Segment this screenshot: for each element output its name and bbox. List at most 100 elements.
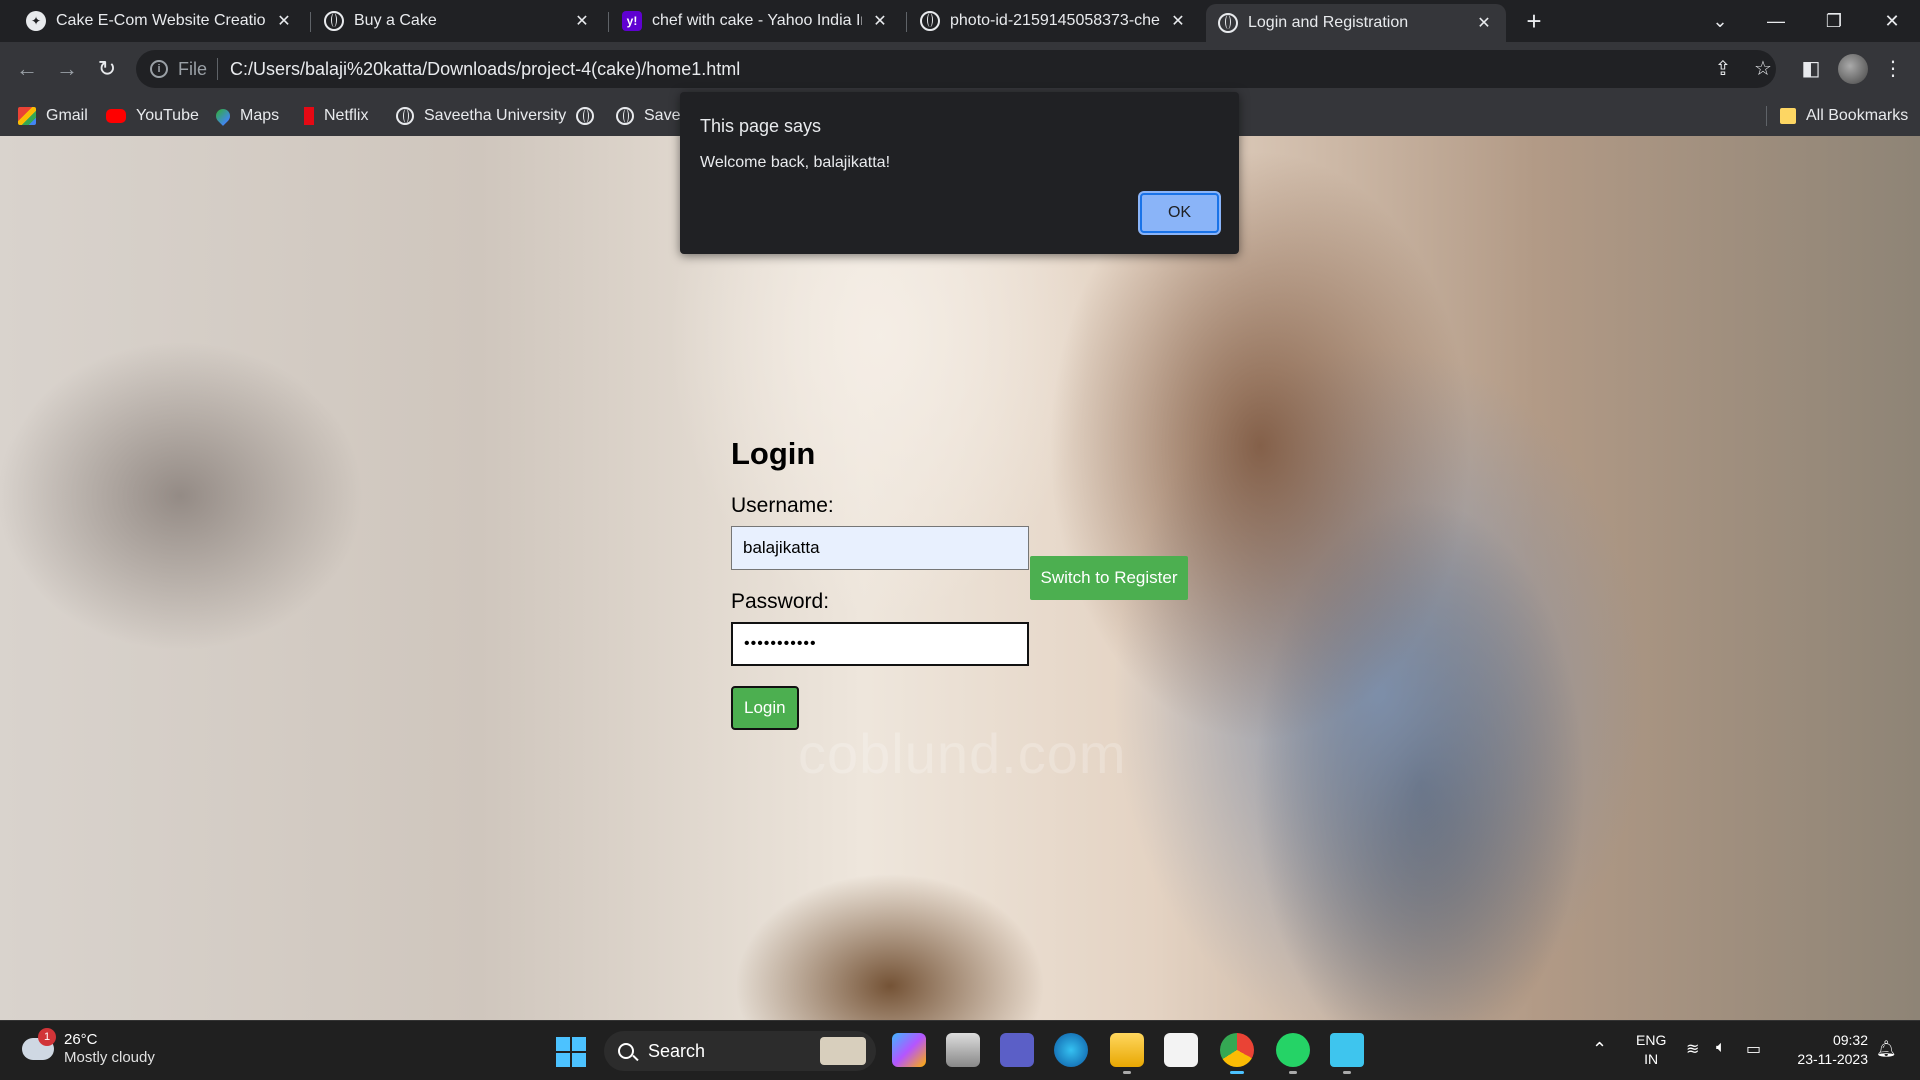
cloud-icon: 1 — [22, 1028, 56, 1060]
globe-icon — [1218, 13, 1238, 33]
teams-icon[interactable] — [1000, 1033, 1034, 1067]
weather-condition: Mostly cloudy — [64, 1049, 155, 1066]
close-tab-icon[interactable]: ✕ — [274, 11, 294, 31]
forward-arrow-icon[interactable]: → — [52, 54, 82, 84]
volume-icon[interactable]: 🔈︎ — [1716, 1039, 1726, 1057]
chatgpt-icon: ✦ — [26, 11, 46, 31]
bookmark-gmail[interactable]: Gmail — [18, 104, 88, 128]
windows-taskbar: 1 26°C Mostly cloudy Search ⌃ ENG IN ≋ 🔈… — [0, 1020, 1920, 1080]
whatsapp-icon[interactable] — [1276, 1033, 1310, 1074]
tab-title: photo-id-2159145058373-chef-i — [950, 12, 1160, 29]
folder-icon — [1780, 108, 1796, 124]
weather-temperature: 26°C — [64, 1031, 98, 1048]
bookmark-label: Netflix — [324, 107, 369, 124]
username-input[interactable]: balajikatta — [731, 526, 1029, 570]
side-panel-icon[interactable]: ◧ — [1796, 54, 1826, 84]
search-label: Search — [648, 1040, 706, 1061]
page-background-chef-photo: coblund.com Login Username: balajikatta … — [0, 136, 1920, 1020]
bookmarks-divider — [1766, 106, 1767, 126]
tab-photo-id[interactable]: photo-id-2159145058373-chef-i ✕ — [908, 4, 1200, 38]
clock-time: 09:32 — [1832, 1032, 1868, 1048]
weather-widget[interactable]: 1 26°C Mostly cloudy — [22, 1028, 155, 1067]
tab-cake-ecom[interactable]: ✦ Cake E-Com Website Creation ✕ — [14, 4, 306, 38]
bookmark-netflix[interactable]: Netflix — [304, 104, 368, 128]
browser-toolbar: ← → ↻ i File C:/Users/balaji%20katta/Dow… — [0, 42, 1920, 96]
notification-badge: 1 — [38, 1028, 56, 1046]
back-arrow-icon[interactable]: ← — [12, 54, 42, 84]
globe-icon — [616, 107, 634, 125]
tab-title: Buy a Cake — [354, 12, 437, 29]
microsoft-store-icon[interactable] — [1164, 1033, 1198, 1067]
globe-icon — [324, 11, 344, 31]
tab-buy-cake[interactable]: Buy a Cake ✕ — [312, 4, 604, 38]
wifi-icon[interactable]: ≋ — [1686, 1039, 1699, 1059]
clock[interactable]: 09:32 23-11-2023 — [1784, 1031, 1868, 1069]
all-bookmarks-label: All Bookmarks — [1806, 107, 1909, 124]
bookmark-saveetha-university[interactable]: Saveetha University — [396, 104, 566, 128]
new-tab-icon[interactable]: + — [1520, 8, 1548, 36]
restore-icon[interactable]: ❐ — [1814, 6, 1854, 36]
edge-icon[interactable] — [1054, 1033, 1088, 1067]
netflix-icon — [304, 107, 314, 125]
close-window-icon[interactable]: ✕ — [1872, 6, 1912, 36]
globe-icon — [396, 107, 414, 125]
bookmark-label: Saveetha University — [424, 107, 567, 124]
tab-strip: ✦ Cake E-Com Website Creation ✕ Buy a Ca… — [0, 0, 1920, 42]
switch-to-register-button[interactable]: Switch to Register — [1030, 556, 1188, 600]
windows-start-icon[interactable] — [556, 1037, 586, 1067]
chrome-icon[interactable] — [1220, 1033, 1254, 1074]
dialog-ok-button[interactable]: OK — [1140, 193, 1219, 233]
gmail-icon — [18, 107, 36, 125]
bookmark-untitled[interactable] — [576, 104, 604, 128]
region-code: IN — [1644, 1051, 1659, 1067]
watermark: coblund.com — [798, 722, 1127, 785]
tab-search-chevron-icon[interactable]: ⌄ — [1700, 6, 1740, 36]
site-info-icon[interactable]: i — [150, 60, 168, 78]
dialog-title: This page says — [700, 116, 822, 136]
language-code: ENG — [1636, 1032, 1667, 1048]
tab-divider — [310, 12, 311, 32]
menu-kebab-icon[interactable]: ⋮ — [1878, 54, 1908, 84]
password-input[interactable]: ••••••••••• — [731, 622, 1029, 666]
bookmark-label: YouTube — [136, 107, 199, 124]
address-bar[interactable]: i File C:/Users/balaji%20katta/Downloads… — [136, 50, 1776, 88]
globe-icon — [576, 107, 594, 125]
youtube-icon — [106, 109, 126, 123]
url-text: C:/Users/balaji%20katta/Downloads/projec… — [230, 58, 741, 79]
notification-bell-icon[interactable]: 🔔︎ — [1876, 1039, 1896, 1059]
tab-yahoo-images[interactable]: y! chef with cake - Yahoo India Ima ✕ — [610, 4, 902, 38]
bookmark-maps[interactable]: Maps — [213, 104, 280, 128]
username-label: Username: — [731, 494, 834, 517]
bookmark-label: Gmail — [46, 107, 88, 124]
language-indicator[interactable]: ENG IN — [1636, 1031, 1666, 1069]
login-button[interactable]: Login — [731, 686, 799, 730]
chevron-up-icon[interactable]: ⌃ — [1592, 1039, 1607, 1060]
reload-icon[interactable]: ↻ — [92, 54, 122, 84]
task-view-icon[interactable] — [946, 1033, 980, 1067]
bookmark-savee[interactable]: Savee — [616, 104, 689, 128]
yahoo-icon: y! — [622, 11, 642, 31]
share-icon[interactable]: ⇪ — [1708, 54, 1738, 84]
battery-icon[interactable]: ▭ — [1746, 1039, 1761, 1059]
all-bookmarks-folder[interactable]: All Bookmarks — [1780, 104, 1908, 128]
file-explorer-icon[interactable] — [1110, 1033, 1144, 1074]
notepad-icon[interactable] — [1330, 1033, 1364, 1074]
login-heading: Login — [731, 436, 816, 471]
copilot-icon[interactable] — [892, 1033, 926, 1067]
profile-avatar[interactable] — [1838, 54, 1868, 84]
close-tab-icon[interactable]: ✕ — [870, 11, 890, 31]
close-tab-icon[interactable]: ✕ — [572, 11, 592, 31]
search-highlight-image — [820, 1037, 866, 1065]
tab-title: Cake E-Com Website Creation — [56, 12, 266, 29]
bookmark-youtube[interactable]: YouTube — [106, 104, 199, 128]
tab-title: chef with cake - Yahoo India Ima — [652, 12, 862, 29]
close-tab-icon[interactable]: ✕ — [1474, 13, 1494, 33]
tab-login-registration[interactable]: Login and Registration ✕ — [1206, 4, 1506, 42]
search-icon — [618, 1043, 634, 1059]
maps-icon — [213, 106, 233, 126]
taskbar-search[interactable]: Search — [604, 1031, 876, 1071]
bookmark-star-icon[interactable]: ☆ — [1748, 54, 1778, 84]
minimize-icon[interactable]: — — [1756, 6, 1796, 36]
bookmark-label: Maps — [240, 107, 280, 124]
close-tab-icon[interactable]: ✕ — [1168, 11, 1188, 31]
